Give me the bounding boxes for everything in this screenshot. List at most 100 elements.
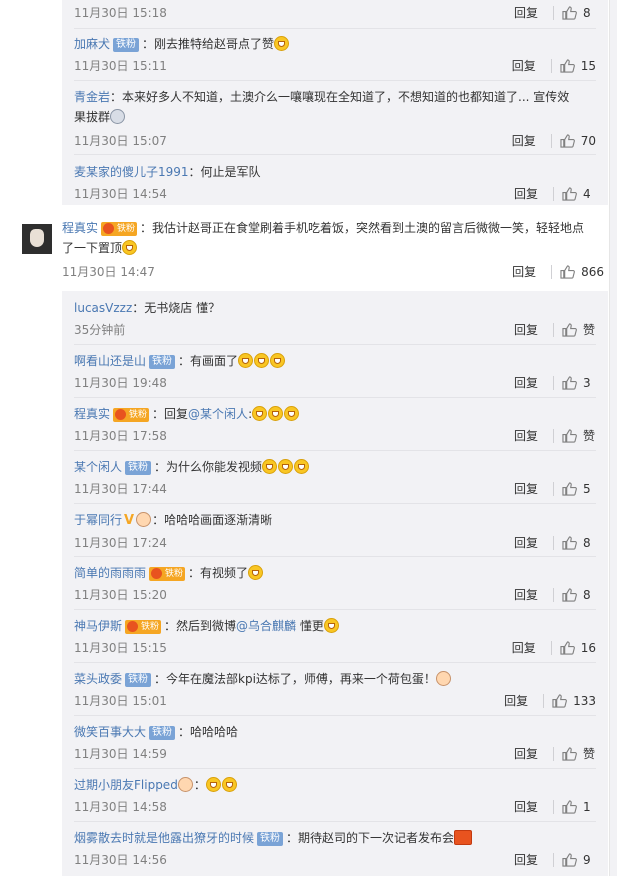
divider	[553, 536, 554, 550]
fan-badge: 铁粉	[113, 38, 140, 52]
like-button[interactable]: 8	[562, 585, 596, 605]
stamp-emoji-icon	[454, 830, 473, 845]
like-button[interactable]: 赞	[562, 320, 596, 340]
username-link[interactable]: 麦某家的傻儿子1991	[74, 165, 189, 179]
list-item: 于幂同行 V ：哈哈哈画面逐渐清晰 11月30日 17:24 回复 8	[74, 510, 596, 557]
avatar[interactable]	[22, 224, 52, 254]
reply-button[interactable]: 回复	[507, 426, 545, 446]
reply-meta: 11月30日 14:59 回复 赞	[74, 744, 596, 764]
reply-button[interactable]: 回复	[507, 320, 545, 340]
timestamp: 11月30日 15:15	[74, 641, 167, 655]
thumbs-up-icon	[560, 134, 575, 148]
divider	[74, 768, 596, 769]
timestamp: 11月30日 17:44	[74, 482, 167, 496]
username-link[interactable]: 啊看山还是山	[74, 354, 146, 368]
thumbs-up-icon	[562, 588, 577, 602]
username-link[interactable]: 过期小朋友Flipped	[74, 778, 178, 792]
thumbs-up-icon	[562, 323, 577, 337]
timestamp: 11月30日 14:54	[74, 187, 167, 201]
like-button[interactable]: 16	[560, 638, 596, 658]
reply-button[interactable]: 回复	[507, 3, 545, 23]
divider	[550, 641, 552, 655]
list-item: 青金岩：本来好多人不知道，土澳介么一嚷嚷现在全知道了，不想知道的也都知道了...…	[74, 87, 596, 155]
like-count: 866	[581, 265, 604, 279]
reply-text-continued: 果拔群	[74, 110, 111, 124]
like-button[interactable]: 866	[560, 262, 604, 282]
like-button[interactable]: 赞	[562, 744, 596, 764]
reply-button[interactable]: 回复	[507, 533, 545, 553]
reply-button[interactable]: 回复	[507, 744, 545, 764]
laugh-emoji-icon	[323, 618, 339, 633]
username-link[interactable]: lucasVzzz	[74, 301, 132, 315]
like-button[interactable]: 1	[562, 797, 596, 817]
reply-button[interactable]: 回复	[507, 184, 545, 204]
mention-link[interactable]: @某个闲人	[188, 407, 248, 421]
like-button[interactable]: 15	[560, 56, 596, 76]
timestamp: 11月30日 15:20	[74, 588, 167, 602]
divider	[550, 134, 552, 148]
thumbs-up-icon	[560, 641, 575, 655]
like-button[interactable]: 赞	[562, 426, 596, 446]
reply-button[interactable]: 回复	[507, 373, 545, 393]
divider	[74, 715, 596, 716]
like-button[interactable]: 133	[552, 691, 596, 711]
like-count: 赞	[583, 429, 596, 443]
reply-button[interactable]: 回复	[505, 262, 543, 282]
scrollbar-track[interactable]	[609, 0, 617, 876]
like-button[interactable]: 3	[562, 373, 596, 393]
list-item: 加麻犬 铁粉 ：刚去推特给赵哥点了赞 11月30日 15:11 回复 15	[74, 34, 596, 81]
laugh-emoji-icon	[270, 353, 286, 368]
like-button[interactable]: 70	[560, 131, 596, 151]
reply-meta: 11月30日 19:48 回复 3	[74, 373, 596, 393]
username-link[interactable]: 微笑百事大大	[74, 725, 146, 739]
reply-button[interactable]: 回复	[497, 691, 535, 711]
divider	[551, 265, 553, 279]
like-button[interactable]: 4	[562, 184, 596, 204]
divider	[74, 80, 596, 81]
reply-button[interactable]: 回复	[507, 585, 545, 605]
thumbs-up-icon	[562, 482, 577, 496]
reply-button[interactable]: 回复	[507, 850, 545, 870]
list-item: 简单的雨雨雨 铁粉 ：有视频了 11月30日 15:20 回复 8	[74, 563, 596, 610]
like-count: 133	[573, 694, 596, 708]
reply-text: ：然后到微博	[164, 619, 237, 633]
list-item: 程真实 铁粉 ：回复@某个闲人: 11月30日 17:58 回复赞	[74, 404, 596, 451]
like-count: 70	[580, 134, 596, 148]
like-button[interactable]: 5	[562, 479, 596, 499]
reply-meta: 11月30日 17:24 回复 8	[74, 533, 596, 553]
divider	[553, 323, 554, 337]
username-link[interactable]: 于幂同行	[74, 513, 122, 527]
reply-button[interactable]: 回复	[507, 797, 545, 817]
mention-link[interactable]: @乌合麒麟	[236, 619, 296, 633]
thumbs-up-icon	[562, 536, 577, 550]
shocked-emoji-icon	[110, 109, 126, 124]
reply-button[interactable]: 回复	[505, 638, 543, 658]
reply-meta: 11月30日 15:07 回复 70	[74, 131, 596, 151]
reply-button[interactable]: 回复	[505, 131, 543, 151]
username-link[interactable]: 青金岩	[74, 90, 110, 104]
like-button[interactable]: 9	[562, 850, 596, 870]
username-link[interactable]: 神马伊斯	[74, 619, 122, 633]
username-link[interactable]: 菜头政委	[74, 672, 122, 686]
list-item: 菜头政委 铁粉 ：今年在魔法部kpi达标了，师傅，再来一个荷包蛋！ 11月30日 1…	[74, 669, 596, 716]
divider	[74, 503, 596, 504]
reply-text: ：为什么你能发视频	[154, 460, 263, 474]
reply-button[interactable]: 回复	[507, 479, 545, 499]
username-link[interactable]: 某个闲人	[74, 460, 122, 474]
reply-text: ：有视频了	[188, 566, 249, 580]
like-count: 8	[583, 536, 591, 550]
list-item: 微笑百事大大 铁粉 ：哈哈哈哈 11月30日 14:59 回复 赞	[74, 722, 596, 769]
thumbs-up-icon	[562, 6, 577, 20]
username-link[interactable]: 烟雾散去时就是他露出獠牙的时候	[74, 831, 254, 845]
reply-button[interactable]: 回复	[505, 56, 543, 76]
username-link[interactable]: 简单的雨雨雨	[74, 566, 146, 580]
gold-fan-badge: 铁粉	[113, 408, 150, 422]
like-button[interactable]: 8	[562, 3, 596, 23]
username-link[interactable]: 程真实	[74, 407, 110, 421]
like-button[interactable]: 8	[562, 533, 596, 553]
thumbs-up-icon	[562, 429, 577, 443]
timestamp: 35分钟前	[74, 323, 126, 337]
username-link[interactable]: 加麻犬	[74, 37, 110, 51]
username-link[interactable]: 程真实	[62, 221, 98, 235]
fan-level-icon	[177, 777, 193, 792]
